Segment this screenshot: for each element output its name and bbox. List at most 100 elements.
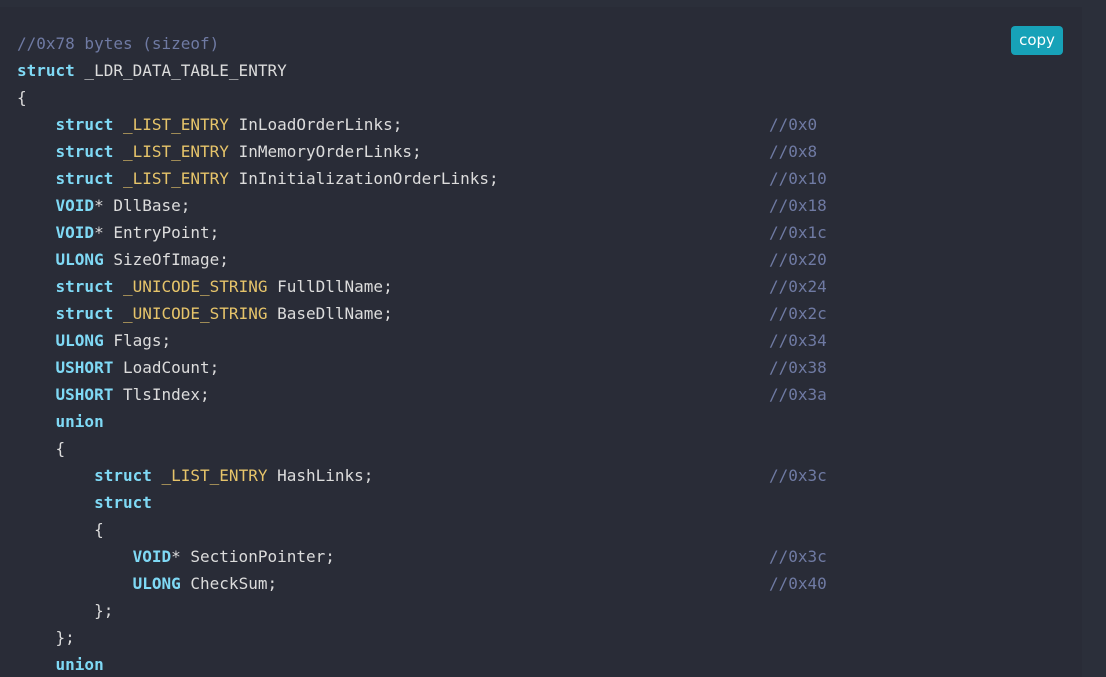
offset-comment: //0x20 bbox=[769, 250, 827, 269]
code-type: _LIST_ENTRY bbox=[122, 169, 229, 188]
offset-comment: //0x40 bbox=[769, 574, 827, 593]
offset-comment: //0x18 bbox=[769, 196, 827, 215]
code-text: _LDR_DATA_TABLE_ENTRY bbox=[74, 61, 287, 80]
code-keyword: ULONG bbox=[132, 574, 181, 593]
code-line: { bbox=[17, 435, 499, 462]
code-type: _LIST_ENTRY bbox=[122, 115, 229, 134]
code-listing: //0x78 bytes (sizeof) struct _LDR_DATA_TA… bbox=[17, 30, 827, 677]
code-type: _UNICODE_STRING bbox=[122, 277, 268, 296]
code-keyword: union bbox=[55, 655, 104, 674]
offset-comment: //0x34 bbox=[769, 331, 827, 350]
code-type: _LIST_ENTRY bbox=[161, 466, 268, 485]
code-text: }; bbox=[55, 628, 75, 647]
code-line: struct _LDR_DATA_TABLE_ENTRY bbox=[17, 57, 499, 84]
code-keyword: ULONG bbox=[55, 331, 104, 350]
code-line: USHORT LoadCount; //0x38 bbox=[17, 354, 827, 381]
code-keyword: struct bbox=[55, 304, 114, 323]
offset-comment: //0x2c bbox=[769, 304, 827, 323]
code-text: FullDllName; bbox=[267, 277, 393, 296]
code-text: { bbox=[94, 520, 104, 539]
code-line: ULONG SizeOfImage; //0x20 bbox=[17, 246, 827, 273]
code-comment: //0x78 bytes (sizeof) bbox=[17, 34, 220, 53]
code-text: }; bbox=[94, 601, 114, 620]
code-keyword: struct bbox=[55, 142, 114, 161]
offset-comment: //0x1c bbox=[769, 223, 827, 242]
code-line: VOID* SectionPointer; //0x3c bbox=[17, 543, 827, 570]
code-line: union bbox=[17, 651, 499, 677]
code-keyword: struct bbox=[55, 169, 114, 188]
offset-comment: //0x3c bbox=[769, 547, 827, 566]
offset-comment: //0x24 bbox=[769, 277, 827, 296]
offset-comment: //0x10 bbox=[769, 169, 827, 188]
code-line: union bbox=[17, 408, 499, 435]
code-line: { bbox=[17, 84, 499, 111]
code-line: VOID* EntryPoint; //0x1c bbox=[17, 219, 827, 246]
code-line: ULONG Flags; //0x34 bbox=[17, 327, 827, 354]
code-type: _UNICODE_STRING bbox=[122, 304, 268, 323]
code-line: struct _LIST_ENTRY InMemoryOrderLinks; //… bbox=[17, 138, 818, 165]
code-text: Flags; bbox=[103, 331, 172, 350]
code-keyword: struct bbox=[94, 493, 152, 512]
code-text: SizeOfImage; bbox=[103, 250, 229, 269]
code-text: CheckSum; bbox=[180, 574, 278, 593]
code-keyword: VOID bbox=[132, 547, 172, 566]
code-line: //0x78 bytes (sizeof) bbox=[17, 30, 499, 57]
code-type: _LIST_ENTRY bbox=[122, 142, 229, 161]
code-keyword: struct bbox=[17, 61, 75, 80]
code-keyword: USHORT bbox=[55, 358, 114, 377]
code-text: InLoadOrderLinks; bbox=[228, 115, 403, 134]
code-line: struct _UNICODE_STRING FullDllName; //0x2… bbox=[17, 273, 827, 300]
code-text: * DllBase; bbox=[94, 196, 191, 215]
code-text: LoadCount; bbox=[113, 358, 220, 377]
code-line: struct _UNICODE_STRING BaseDllName; //0x2… bbox=[17, 300, 827, 327]
code-text: BaseDllName; bbox=[267, 304, 393, 323]
offset-comment: //0x38 bbox=[769, 358, 827, 377]
offset-comment: //0x8 bbox=[769, 142, 818, 161]
code-text: { bbox=[17, 88, 27, 107]
code-line: ULONG CheckSum; //0x40 bbox=[17, 570, 827, 597]
code-line: VOID* DllBase; //0x18 bbox=[17, 192, 827, 219]
code-line: USHORT TlsIndex; //0x3a bbox=[17, 381, 827, 408]
copy-button[interactable]: copy bbox=[1011, 26, 1063, 55]
code-text: HashLinks; bbox=[267, 466, 374, 485]
code-text: TlsIndex; bbox=[113, 385, 210, 404]
code-line: struct bbox=[17, 489, 499, 516]
offset-comment: //0x3c bbox=[769, 466, 827, 485]
code-line: { bbox=[17, 516, 499, 543]
code-keyword: struct bbox=[55, 277, 114, 296]
code-line: }; bbox=[17, 597, 499, 624]
code-line: struct _LIST_ENTRY InInitializationOrder… bbox=[17, 165, 827, 192]
offset-comment: //0x3a bbox=[769, 385, 827, 404]
code-keyword: struct bbox=[94, 466, 152, 485]
code-keyword: VOID bbox=[55, 223, 95, 242]
code-text: InMemoryOrderLinks; bbox=[228, 142, 422, 161]
code-text: InInitializationOrderLinks; bbox=[228, 169, 499, 188]
code-text: { bbox=[55, 439, 66, 458]
code-keyword: union bbox=[55, 412, 104, 431]
